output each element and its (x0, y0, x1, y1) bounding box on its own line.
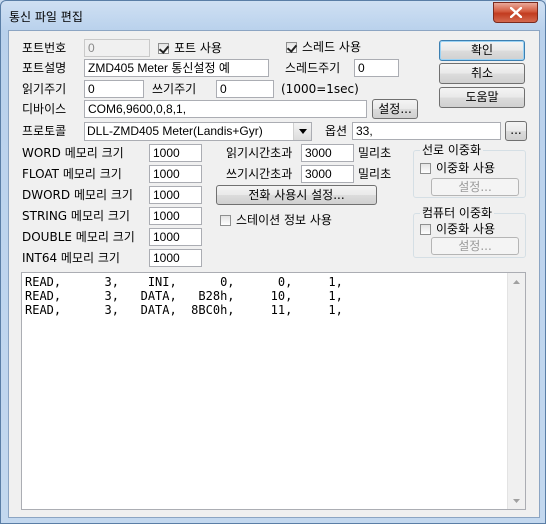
word-memory-field[interactable]: 1000 (149, 144, 202, 162)
float-memory-label: FLOAT 메모리 크기 (22, 167, 122, 181)
line-redundancy-group: 선로 이중화 이중화 사용 설정... (413, 142, 526, 198)
pc-redundancy-label: 이중화 사용 (436, 222, 496, 236)
port-number-label: 포트번호 (22, 41, 67, 55)
read-period-label: 읽기주기 (22, 82, 67, 96)
write-period-label: 쓰기주기 (152, 82, 197, 96)
use-thread-label: 스레드 사용 (302, 40, 362, 54)
use-thread-checkbox[interactable]: 스레드 사용 (286, 40, 361, 54)
option-label: 옵션 (325, 124, 348, 138)
pc-redundancy-title: 컴퓨터 이중화 (420, 205, 495, 221)
line-redundancy-checkbox[interactable]: 이중화 사용 (420, 161, 495, 175)
thread-period-label: 스레드주기 (285, 61, 341, 75)
title-bar[interactable]: 통신 파일 편집 (1, 1, 545, 29)
window-title: 통신 파일 편집 (9, 10, 83, 24)
station-info-label: 스테이션 정보 사용 (236, 213, 332, 227)
write-period-field[interactable]: 0 (216, 80, 274, 98)
line-redundancy-title: 선로 이중화 (420, 142, 484, 158)
port-desc-field[interactable]: ZMD405 Meter 통신설정 예 (84, 59, 269, 77)
write-timeout-unit: 밀리초 (358, 167, 392, 181)
thread-period-field[interactable]: 0 (354, 59, 399, 77)
word-memory-label: WORD 메모리 크기 (22, 146, 124, 160)
arrow-down-icon (513, 498, 520, 503)
pc-redundancy-group: 컴퓨터 이중화 이중화 사용 설정... (413, 205, 526, 258)
help-button[interactable]: 도움말 (439, 87, 525, 108)
pc-redundancy-checkbox[interactable]: 이중화 사용 (420, 222, 495, 236)
option-field[interactable]: 33, (352, 122, 501, 140)
chevron-down-icon[interactable] (293, 123, 311, 140)
protocol-label: 프로토콜 (22, 124, 67, 138)
read-timeout-field[interactable]: 3000 (301, 144, 354, 162)
script-line: READ, 3, DATA, 8BC0h, 11, 1, (25, 303, 343, 317)
use-port-check (158, 42, 169, 54)
script-text[interactable]: READ, 3, INI, 0, 0, 1, READ, 3, DATA, B28… (25, 275, 343, 317)
port-desc-label: 포트설명 (22, 61, 67, 75)
option-browse-button[interactable]: ... (505, 121, 527, 141)
ok-button[interactable]: 확인 (439, 40, 525, 61)
use-port-checkbox[interactable]: 포트 사용 (158, 41, 222, 55)
scroll-down-button[interactable] (508, 492, 525, 509)
station-info-check (220, 214, 231, 226)
pc-redundancy-check (420, 223, 431, 235)
close-button[interactable] (493, 2, 538, 23)
period-hint: (1000=1sec) (281, 82, 359, 96)
float-memory-field[interactable]: 1000 (149, 165, 202, 183)
int64-memory-label: INT64 메모리 크기 (22, 251, 120, 265)
device-label: 디바이스 (22, 102, 67, 116)
dialog-client: 포트번호 0 포트 사용 스레드 사용 확인 포트설명 ZMD405 Meter… (8, 30, 540, 518)
int64-memory-field[interactable]: 1000 (149, 249, 202, 267)
scroll-up-button[interactable] (508, 273, 525, 290)
dword-memory-field[interactable]: 1000 (149, 186, 202, 204)
device-field[interactable]: COM6,9600,0,8,1, (84, 100, 367, 118)
arrow-up-icon (513, 279, 520, 284)
read-timeout-unit: 밀리초 (358, 146, 392, 160)
line-redundancy-check (420, 162, 431, 174)
use-thread-check (286, 41, 297, 53)
write-timeout-label: 쓰기시간초과 (226, 167, 293, 181)
double-memory-label: DOUBLE 메모리 크기 (22, 230, 135, 244)
station-info-checkbox[interactable]: 스테이션 정보 사용 (220, 213, 332, 227)
port-number-field[interactable]: 0 (84, 39, 150, 57)
use-port-label: 포트 사용 (174, 41, 222, 55)
write-timeout-field[interactable]: 3000 (301, 165, 354, 183)
script-line: READ, 3, DATA, B28h, 10, 1, (25, 289, 343, 303)
double-memory-field[interactable]: 1000 (149, 228, 202, 246)
read-timeout-label: 읽기시간초과 (226, 146, 293, 160)
string-memory-label: STRING 메모리 크기 (22, 209, 130, 223)
cancel-button[interactable]: 취소 (439, 63, 525, 84)
line-redundancy-setup-button[interactable]: 설정... (431, 178, 519, 196)
string-memory-field[interactable]: 1000 (149, 207, 202, 225)
phone-setup-button[interactable]: 전화 사용시 설정... (216, 185, 377, 205)
script-line: READ, 3, INI, 0, 0, 1, (25, 275, 343, 289)
close-icon (509, 7, 522, 18)
protocol-select[interactable]: DLL-ZMD405 Meter(Landis+Gyr) (84, 122, 312, 141)
line-redundancy-label: 이중화 사용 (436, 161, 496, 175)
dword-memory-label: DWORD 메모리 크기 (22, 188, 133, 202)
read-period-field[interactable]: 0 (84, 80, 144, 98)
protocol-value: DLL-ZMD405 Meter(Landis+Gyr) (87, 124, 263, 138)
script-editor[interactable]: READ, 3, INI, 0, 0, 1, READ, 3, DATA, B28… (21, 272, 526, 510)
vertical-scrollbar[interactable] (507, 273, 525, 509)
device-setup-button[interactable]: 설정... (372, 99, 418, 119)
pc-redundancy-setup-button[interactable]: 설정... (431, 237, 519, 255)
dialog-window: 통신 파일 편집 포트번호 0 포트 사용 스레드 사용 확인 포트설명 ZMD… (0, 0, 546, 524)
